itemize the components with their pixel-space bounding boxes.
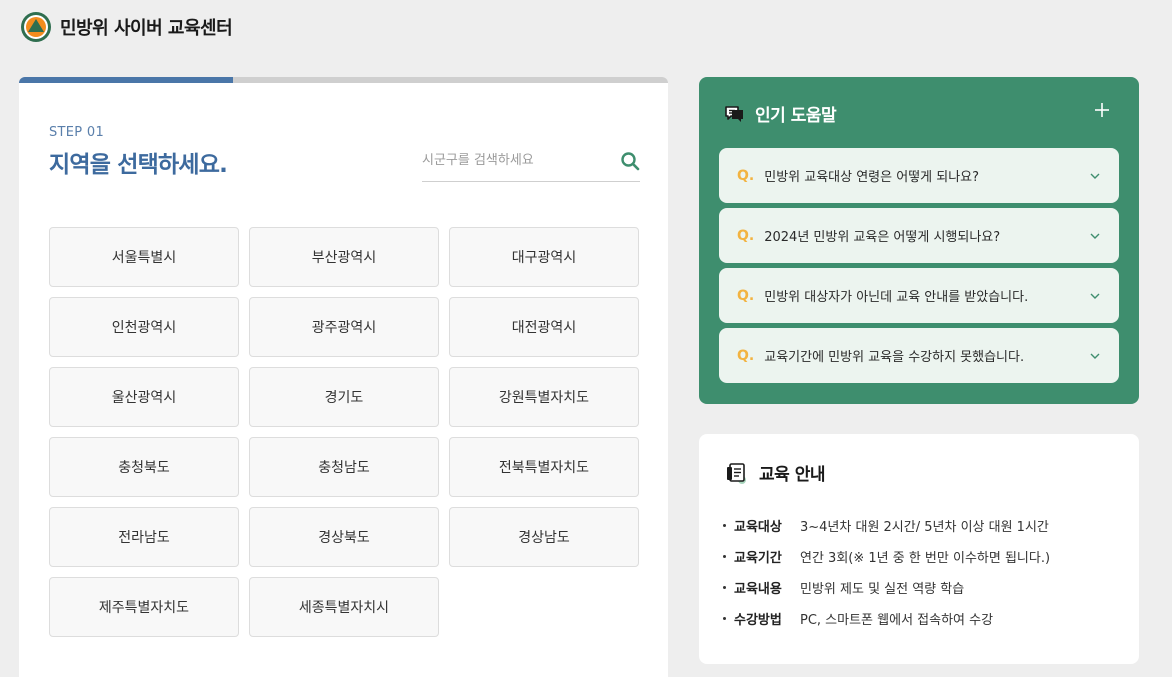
faq-question-text: 2024년 민방위 교육은 어떻게 시행되나요? [764, 230, 1001, 245]
region-button[interactable]: 대구광역시 [449, 227, 639, 287]
header: 민방위 사이버 교육센터 [20, 11, 233, 43]
faq-list: Q. 민방위 교육대상 연령은 어떻게 되나요? Q. 2024년 민방위 교육은 어… [719, 148, 1119, 388]
edu-info-value: 연간 3회(※ 1년 중 한 번만 이수하면 됩니다.) [800, 551, 1051, 566]
page-heading: 지역을 선택하세요. [49, 152, 228, 178]
edu-info-row: 교육기간 연간 3회(※ 1년 중 한 번만 이수하면 됩니다.) [723, 541, 1050, 572]
site-title[interactable]: 민방위 사이버 교육센터 [60, 14, 233, 40]
edu-info-value: 민방위 제도 및 실전 역량 학습 [800, 582, 965, 597]
faq-item[interactable]: Q. 민방위 교육대상 연령은 어떻게 되나요? [719, 148, 1119, 203]
faq-question-text: 민방위 대상자가 아닌데 교육 안내를 받았습니다. [764, 290, 1029, 305]
bullet-icon [723, 586, 726, 589]
bullet-icon [723, 617, 726, 620]
faq-title: 인기 도움말 [755, 106, 837, 126]
plus-icon[interactable] [1091, 99, 1113, 121]
edu-info-label: 교육대상 [734, 520, 782, 535]
civil-defense-logo-icon[interactable] [20, 11, 52, 43]
region-search-input[interactable] [422, 152, 612, 168]
region-button[interactable]: 제주특별자치도 [49, 577, 239, 637]
faq-item[interactable]: Q. 2024년 민방위 교육은 어떻게 시행되나요? [719, 208, 1119, 263]
region-button[interactable]: 충청남도 [249, 437, 439, 497]
education-info-panel: 교육 안내 교육대상 3~4년차 대원 2시간/ 5년차 이상 대원 1시간교육기… [699, 434, 1139, 664]
region-button[interactable]: 서울특별시 [49, 227, 239, 287]
region-button[interactable]: 경기도 [249, 367, 439, 427]
region-button[interactable]: 경상남도 [449, 507, 639, 567]
region-button[interactable]: 전북특별자치도 [449, 437, 639, 497]
chevron-down-icon[interactable] [1089, 290, 1101, 302]
bullet-icon [723, 524, 726, 527]
step-label: STEP 01 [49, 125, 105, 140]
chevron-down-icon[interactable] [1089, 230, 1101, 242]
region-search [422, 139, 640, 182]
chevron-down-icon[interactable] [1089, 170, 1101, 182]
region-button[interactable]: 인천광역시 [49, 297, 239, 357]
region-grid: 서울특별시 부산광역시 대구광역시인천광역시 광주광역시 대전광역시울산광역시 경기도 강원… [49, 227, 639, 637]
region-button[interactable]: 강원특별자치도 [449, 367, 639, 427]
step-progress-fill [19, 77, 234, 83]
faq-q-label: Q. [737, 287, 755, 304]
edu-info-value: PC, 스마트폰 웹에서 접속하여 수강 [800, 613, 994, 628]
region-button[interactable]: 광주광역시 [249, 297, 439, 357]
edu-info-value: 3~4년차 대원 2시간/ 5년차 이상 대원 1시간 [800, 520, 1049, 535]
edu-info-list: 교육대상 3~4년차 대원 2시간/ 5년차 이상 대원 1시간교육기간 연간 3회… [723, 510, 1050, 634]
edu-title: 교육 안내 [759, 465, 825, 485]
edu-info-label: 교육기간 [734, 551, 782, 566]
region-button[interactable]: 대전광역시 [449, 297, 639, 357]
faq-q-label: Q. [737, 227, 755, 244]
region-button[interactable]: 전라남도 [49, 507, 239, 567]
edu-info-row: 교육대상 3~4년차 대원 2시간/ 5년차 이상 대원 1시간 [723, 510, 1050, 541]
region-button[interactable]: 울산광역시 [49, 367, 239, 427]
region-button[interactable]: 충청북도 [49, 437, 239, 497]
faq-question-text: 민방위 교육대상 연령은 어떻게 되나요? [764, 170, 980, 185]
search-icon[interactable] [620, 151, 640, 171]
step-progress-bar [19, 77, 668, 83]
faq-question-text: 교육기간에 민방위 교육을 수강하지 못했습니다. [764, 350, 1025, 365]
faq-item[interactable]: Q. 교육기간에 민방위 교육을 수강하지 못했습니다. [719, 328, 1119, 383]
edu-info-label: 수강방법 [734, 613, 782, 628]
edu-info-row: 수강방법 PC, 스마트폰 웹에서 접속하여 수강 [723, 603, 1050, 634]
bullet-icon [723, 555, 726, 558]
chevron-down-icon[interactable] [1089, 350, 1101, 362]
region-button[interactable]: 세종특별자치시 [249, 577, 439, 637]
region-button[interactable]: 경상북도 [249, 507, 439, 567]
faq-q-label: Q. [737, 347, 755, 364]
faq-item[interactable]: Q. 민방위 대상자가 아닌데 교육 안내를 받았습니다. [719, 268, 1119, 323]
faq-panel: 인기 도움말 Q. 민방위 교육대상 연령은 어떻게 되나요? Q. 2024년 민방… [699, 77, 1139, 404]
document-icon [727, 462, 746, 484]
region-select-panel: STEP 01 지역을 선택하세요. 서울특별시부산광역시대구광역시인천광역시광… [19, 77, 668, 677]
edu-info-row: 교육내용 민방위 제도 및 실전 역량 학습 [723, 572, 1050, 603]
edu-info-label: 교육내용 [734, 582, 782, 597]
region-button[interactable]: 부산광역시 [249, 227, 439, 287]
faq-header: 인기 도움말 [723, 101, 837, 126]
faq-q-label: Q. [737, 167, 755, 184]
chat-bubbles-icon [725, 105, 743, 122]
edu-header: 교육 안내 [725, 460, 825, 485]
